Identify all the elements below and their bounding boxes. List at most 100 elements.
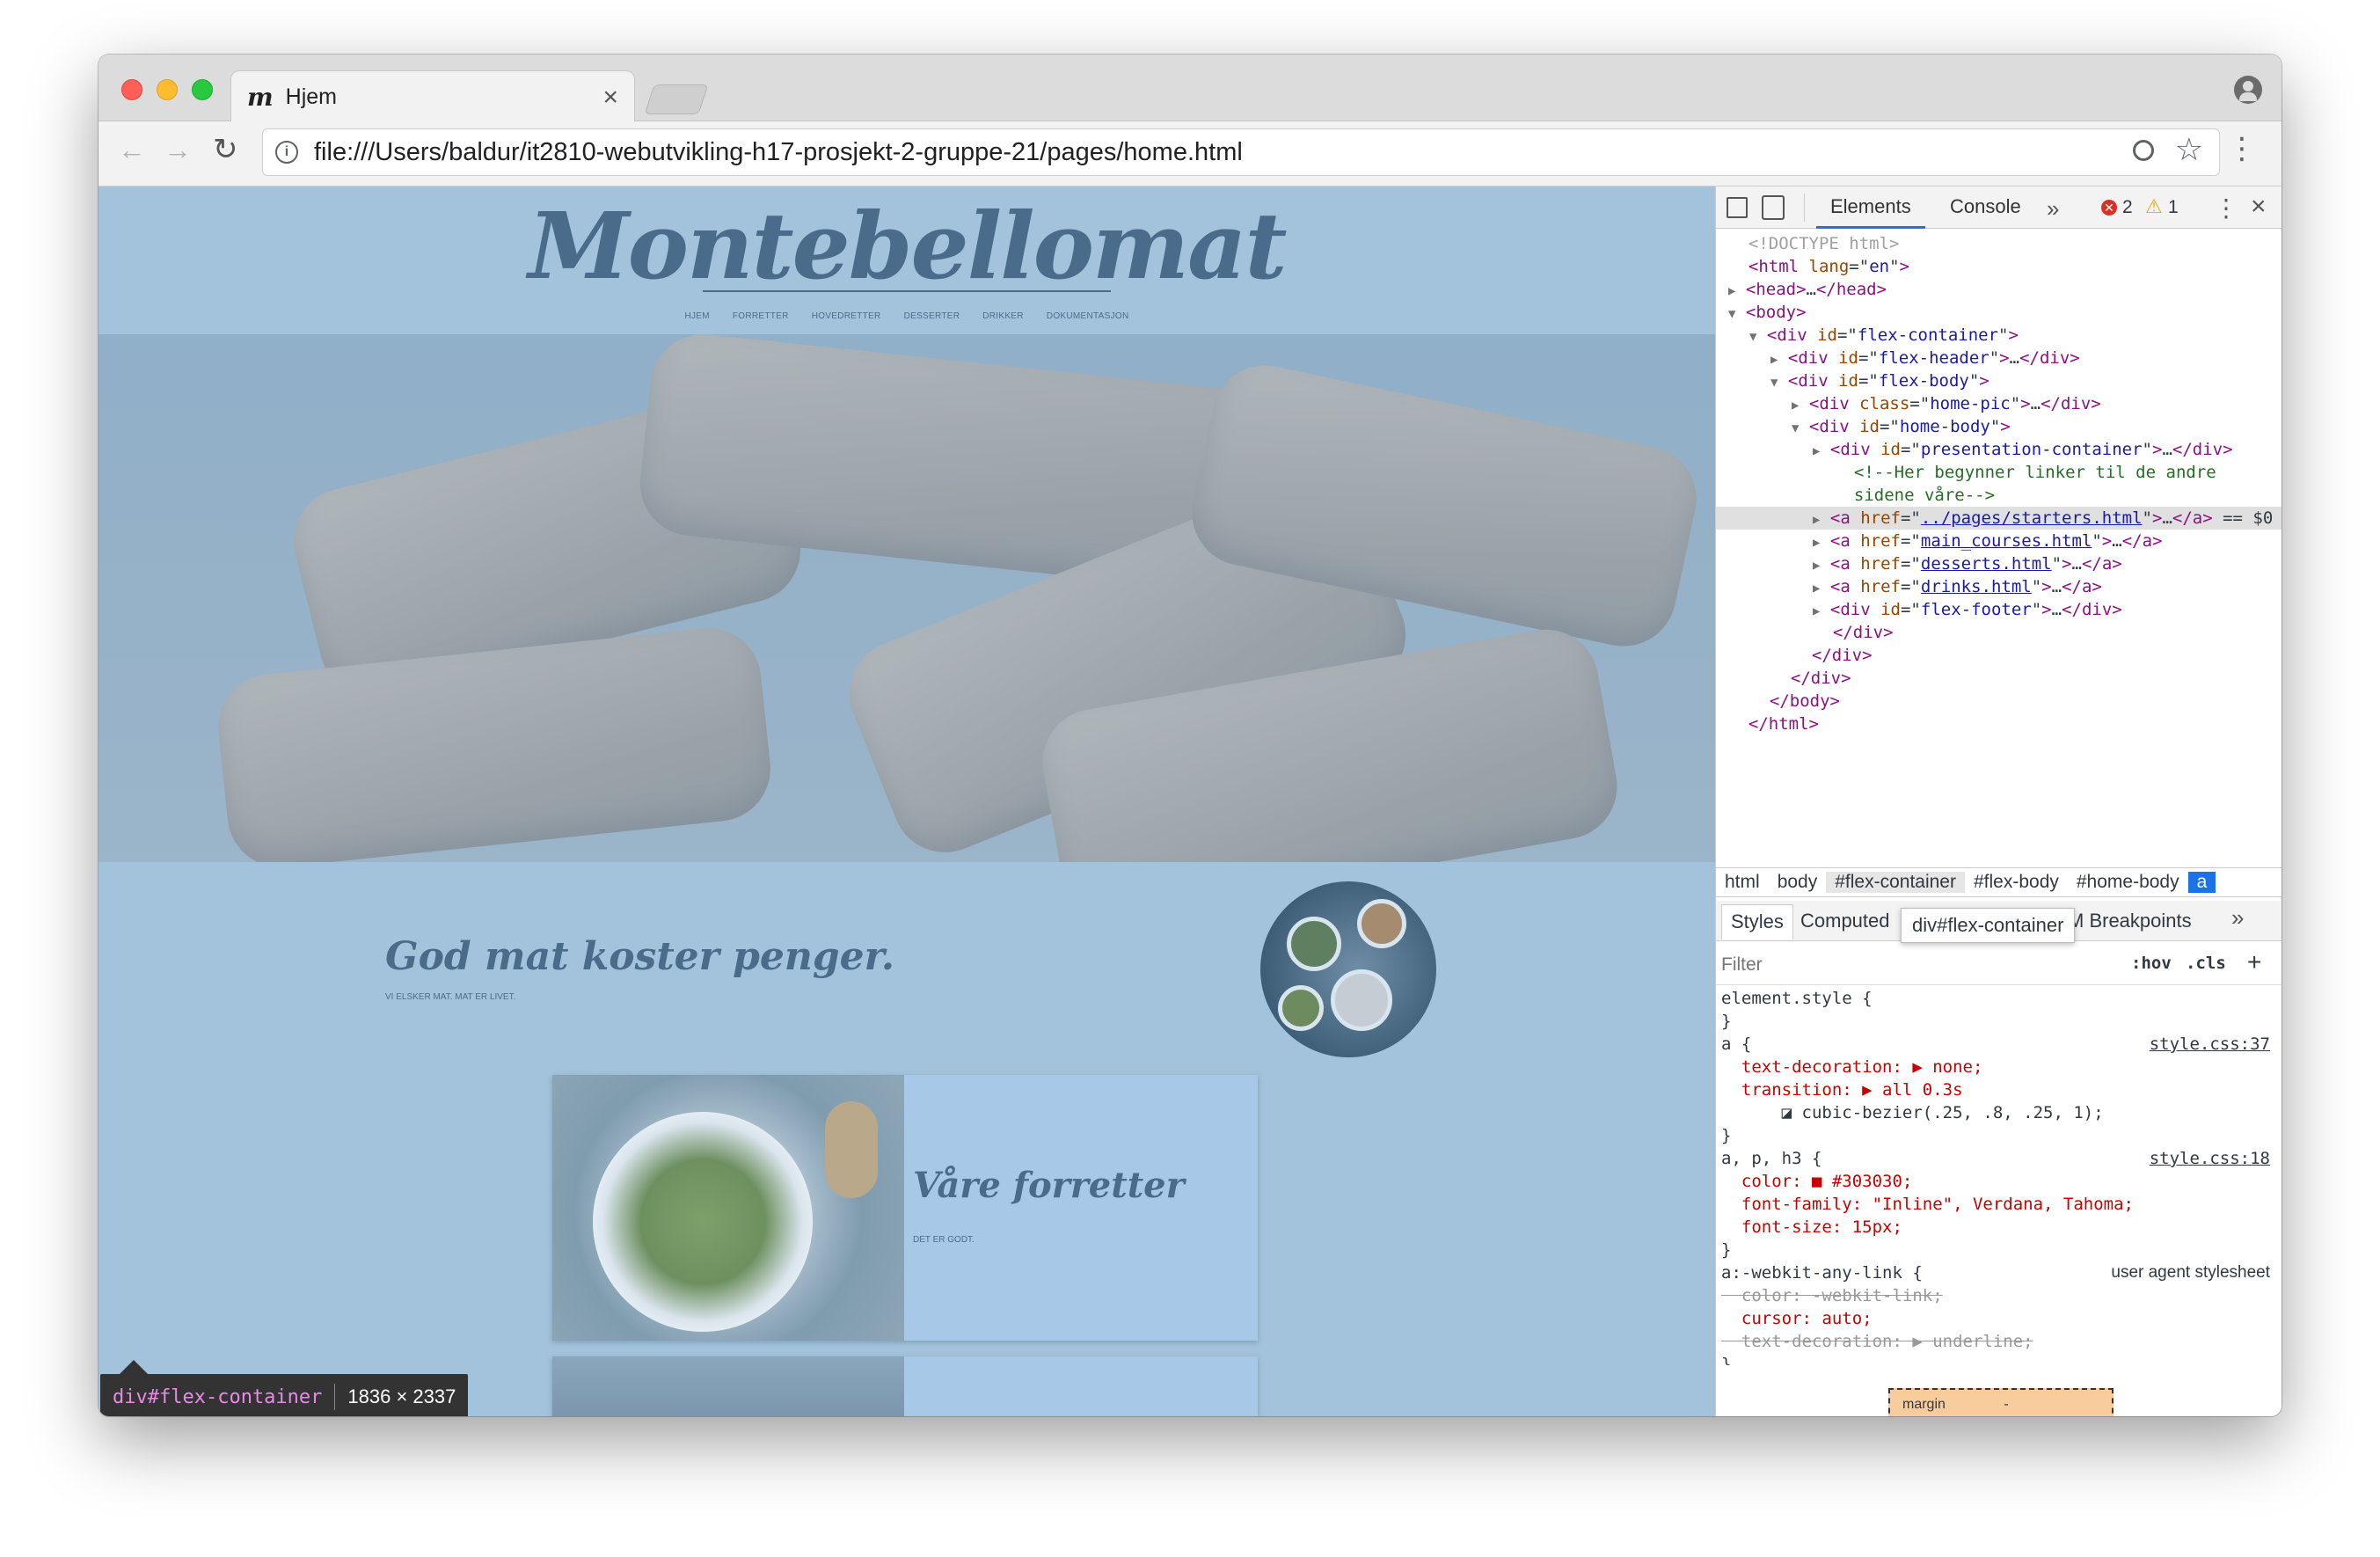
nav-link-drikker[interactable]: DRIKKER — [982, 311, 1024, 321]
close-tab-icon[interactable]: × — [602, 83, 618, 113]
dom-node[interactable]: ▼ <div id="flex-body"> — [1716, 369, 2281, 392]
close-devtools-icon[interactable]: × — [2251, 192, 2267, 222]
info-icon[interactable]: i — [275, 141, 298, 164]
dom-node[interactable]: ▼ <div id="home-body"> — [1716, 415, 2281, 438]
tab-home[interactable]: m Hjem × — [230, 70, 635, 123]
dom-node[interactable]: ▶ <div class="home-pic">…</div> — [1716, 392, 2281, 415]
tab-styles[interactable]: Styles — [1721, 904, 1793, 939]
nav-link-hovedretter[interactable]: HOVEDRETTER — [812, 311, 881, 321]
dom-node[interactable]: <!DOCTYPE html> — [1716, 232, 2281, 255]
dom-node[interactable]: ▶ <div id="flex-header">…</div> — [1716, 347, 2281, 369]
starters-card-subtitle: DET ER GODT. — [913, 1235, 975, 1245]
starters-card-image — [552, 1075, 904, 1341]
new-style-rule-icon[interactable]: + — [2247, 948, 2261, 976]
slogan-heading: God mat koster penger. — [385, 934, 895, 979]
site-logo[interactable]: Montebellomat — [99, 192, 1715, 300]
breadcrumb-a[interactable]: a — [2187, 872, 2216, 893]
dom-breakpoints-tab[interactable]: M Breakpoints — [2068, 904, 2192, 939]
dom-node[interactable]: </div> — [1716, 621, 2281, 644]
dom-node[interactable]: ▶ <head>…</head> — [1716, 278, 2281, 301]
dom-node[interactable]: ▶ <div id="presentation-container">…</di… — [1716, 438, 2281, 461]
hero-image — [99, 334, 1715, 862]
dom-node[interactable]: ▼ <body> — [1716, 301, 2281, 324]
main-courses-card-image — [552, 1356, 904, 1416]
style-source-link[interactable]: style.css:37 — [2150, 1033, 2270, 1056]
breadcrumb-flex-container[interactable]: #flex-container — [1826, 872, 1965, 893]
devtools-toolbar: Elements Console » ✕ 2 ⚠ 1 ⋮ × — [1716, 186, 2281, 229]
styles-filter-input[interactable] — [1721, 952, 2073, 978]
dom-node[interactable]: sidene våre--> — [1716, 484, 2281, 507]
more-style-tabs-icon[interactable]: » — [2231, 904, 2244, 932]
dom-node[interactable]: ▼ <div id="flex-container"> — [1716, 324, 2281, 347]
starters-card[interactable]: Våre forretter DET ER GODT. — [552, 1075, 1258, 1341]
profile-icon[interactable] — [2234, 76, 2262, 104]
tab-console[interactable]: Console — [1936, 186, 2035, 229]
inspect-tooltip: div#flex-container 1836 × 2337 — [100, 1374, 469, 1416]
dom-node[interactable]: </html> — [1716, 713, 2281, 735]
dom-node[interactable]: <!--Her begynner linker til de andre — [1716, 461, 2281, 484]
breadcrumb-body[interactable]: body — [1769, 872, 1827, 893]
nav-link-forretter[interactable]: FORRETTER — [733, 311, 789, 321]
zoom-window-button[interactable] — [192, 79, 213, 100]
style-rule-line: font-size: 15px; — [1721, 1217, 1902, 1237]
bookmark-star-icon[interactable]: ☆ — [2175, 131, 2203, 168]
close-window-button[interactable] — [121, 79, 142, 100]
slogan-subtext: VI ELSKER MAT. MAT ER LIVET. — [385, 992, 516, 1002]
dom-node[interactable]: </body> — [1716, 690, 2281, 713]
viewport: Montebellomat HJEM FORRETTER HOVEDRETTER… — [99, 186, 2281, 1416]
tab-title: Hjem — [285, 84, 337, 109]
dom-node[interactable]: ▶ <a href="drinks.html">…</a> — [1716, 575, 2281, 598]
dom-node[interactable]: </div> — [1716, 667, 2281, 690]
site-header: Montebellomat HJEM FORRETTER HOVEDRETTER… — [99, 186, 1715, 334]
dom-tree: <!DOCTYPE html> <html lang="en"> ▶ <head>… — [1716, 232, 2281, 813]
forward-icon[interactable]: → — [164, 134, 192, 166]
style-rule-line: transition: ▶ all 0.3s — [1721, 1080, 1963, 1100]
inspect-element-icon[interactable] — [1727, 197, 1748, 218]
dom-node-selected[interactable]: ▶ <a href="../pages/starters.html">…</a>… — [1716, 507, 2281, 530]
tab-strip: m Hjem × — [99, 55, 2281, 123]
style-rule-line: color: -webkit-link; — [1721, 1286, 1943, 1305]
more-tabs-icon[interactable]: » — [2047, 195, 2059, 223]
starters-card-title: Våre forretter — [913, 1165, 1185, 1206]
hov-toggle[interactable]: :hov — [2131, 954, 2172, 973]
styles-filter-bar: :hov .cls + — [1716, 945, 2281, 985]
dom-node[interactable]: </div> — [1716, 644, 2281, 667]
style-source-link: user agent stylesheet — [2111, 1263, 2270, 1282]
tab-elements[interactable]: Elements — [1816, 186, 1925, 229]
dom-node[interactable]: <html lang="en"> — [1716, 255, 2281, 278]
warning-icon[interactable]: ⚠ — [2145, 195, 2163, 218]
box-model-margin-label: margin — [1902, 1397, 1946, 1412]
dom-node[interactable]: ▶ <div id="flex-footer">…</div> — [1716, 598, 2281, 621]
style-source-link[interactable]: style.css:18 — [2150, 1147, 2270, 1170]
nav-link-hjem[interactable]: HJEM — [684, 311, 709, 321]
style-rule-line: } — [1721, 1012, 1732, 1031]
main-courses-card[interactable] — [552, 1356, 1258, 1416]
breadcrumb-home-body[interactable]: #home-body — [2068, 872, 2188, 893]
presentation-image — [1260, 881, 1436, 1057]
tab-computed[interactable]: Computed — [1792, 904, 1899, 939]
error-icon[interactable]: ✕ — [2101, 200, 2117, 216]
new-tab-button[interactable] — [644, 84, 709, 114]
style-rule-line: color: ■ #303030; — [1721, 1172, 1913, 1191]
nav-link-desserter[interactable]: DESSERTER — [904, 311, 960, 321]
zoom-icon[interactable] — [2133, 140, 2154, 161]
breadcrumb-flex-body[interactable]: #flex-body — [1965, 872, 2068, 893]
reload-icon[interactable]: ↻ — [213, 132, 238, 167]
inspect-tooltip-size: 1836 × 2337 — [347, 1385, 456, 1407]
dom-node[interactable]: ▶ <a href="desserts.html">…</a> — [1716, 552, 2281, 575]
breadcrumb-html[interactable]: html — [1716, 872, 1769, 893]
style-rule-line: element.style { — [1721, 989, 1873, 1008]
menu-icon[interactable]: ⋮ — [2227, 134, 2257, 164]
dom-node[interactable]: ▶ <a href="main_courses.html">…</a> — [1716, 530, 2281, 552]
warning-count: 1 — [2168, 197, 2179, 217]
style-rule-line: ◪ cubic-bezier(.25, .8, .25, 1); — [1721, 1103, 2104, 1122]
device-toolbar-icon[interactable] — [1762, 195, 1785, 220]
minimize-window-button[interactable] — [157, 79, 178, 100]
nav-link-dokumentasjon[interactable]: DOKUMENTASJON — [1047, 311, 1129, 321]
back-icon[interactable]: ← — [118, 134, 146, 166]
cls-toggle[interactable]: .cls — [2186, 954, 2226, 973]
devtools-menu-icon[interactable]: ⋮ — [2214, 194, 2238, 223]
site-nav: HJEM FORRETTER HOVEDRETTER DESSERTER DRI… — [99, 311, 1715, 321]
url-text: file:///Users/baldur/it2810-webutvikling… — [314, 137, 1243, 166]
address-bar[interactable]: i file:///Users/baldur/it2810-webutvikli… — [262, 128, 2220, 176]
